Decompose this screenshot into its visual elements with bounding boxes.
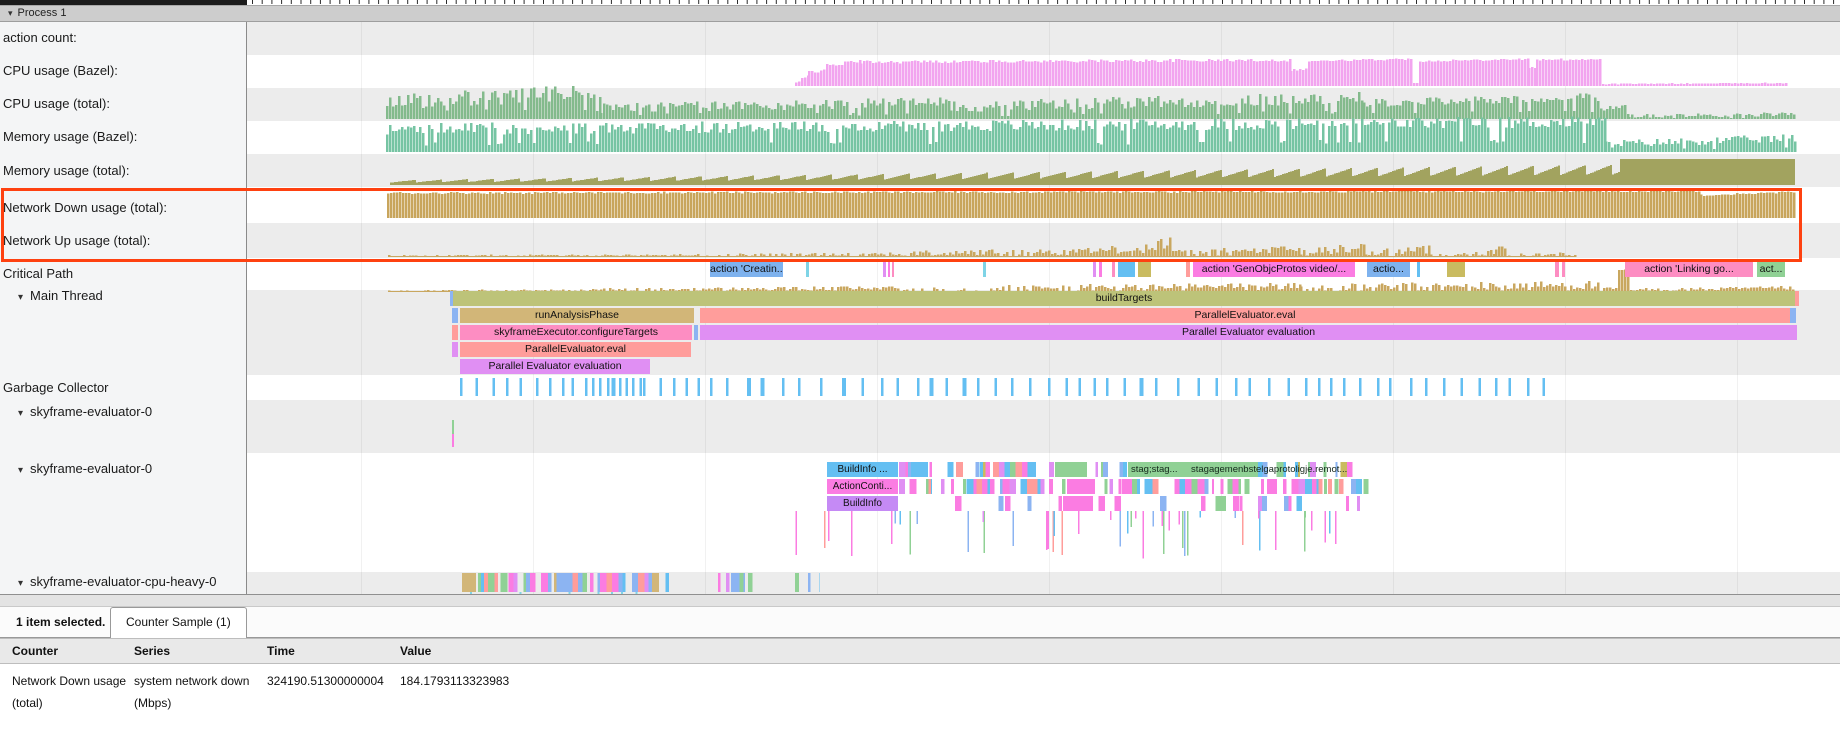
track-label: Network Up usage (total): bbox=[3, 233, 150, 248]
sidebar-item-skyframe-evaluator-0[interactable]: ▾ skyframe-evaluator-0 bbox=[3, 461, 152, 476]
expand-triangle-icon[interactable]: ▾ bbox=[18, 408, 23, 419]
tracks-graphics bbox=[247, 22, 1840, 594]
sidebar-item-cpu-usage-total[interactable]: CPU usage (total): bbox=[3, 96, 110, 111]
sidebar-item-garbage-collector[interactable]: Garbage Collector bbox=[3, 380, 109, 395]
process-header[interactable]: ▾ Process 1 bbox=[0, 5, 1840, 22]
process-title: Process 1 bbox=[18, 7, 67, 19]
column-header-counter[interactable]: Counter bbox=[12, 639, 58, 665]
track-label-sidebar: action count: CPU usage (Bazel): CPU usage… bbox=[0, 22, 247, 594]
sidebar-item-action-count[interactable]: action count: bbox=[3, 30, 77, 45]
expand-triangle-icon[interactable]: ▾ bbox=[18, 578, 23, 589]
sidebar-item-memory-usage-total[interactable]: Memory usage (total): bbox=[3, 163, 129, 178]
bottom-tab-bar: 1 item selected. Counter Sample (1) bbox=[0, 607, 1840, 638]
column-header-time[interactable]: Time bbox=[267, 639, 295, 665]
sidebar-item-network-up-usage-total[interactable]: Network Up usage (total): bbox=[3, 233, 150, 248]
track-label: CPU usage (total): bbox=[3, 96, 110, 111]
tab-counter-sample[interactable]: Counter Sample (1) bbox=[110, 607, 247, 638]
cell-series-line2: (Mbps) bbox=[134, 692, 171, 714]
track-label: action count: bbox=[3, 30, 77, 45]
collapse-triangle-icon[interactable]: ▾ bbox=[8, 6, 13, 21]
column-header-value[interactable]: Value bbox=[400, 639, 431, 665]
track-label: skyframe-evaluator-0 bbox=[30, 461, 152, 476]
trace-viewer: ▾ Process 1 action count: CPU usage (Bazel… bbox=[0, 0, 1840, 742]
track-label: Main Thread bbox=[30, 288, 103, 303]
timeline-canvas[interactable]: action 'Creatin...action 'GenObjcProtos … bbox=[247, 22, 1840, 594]
sidebar-item-cpu-usage-bazel[interactable]: CPU usage (Bazel): bbox=[3, 63, 118, 78]
expand-triangle-icon[interactable]: ▾ bbox=[18, 292, 23, 303]
sample-table-header: Counter Series Time Value bbox=[0, 638, 1840, 664]
track-label: Memory usage (total): bbox=[3, 163, 129, 178]
track-label: skyframe-evaluator-0 bbox=[30, 404, 152, 419]
sidebar-item-skyframe-evaluator-0[interactable]: ▾ skyframe-evaluator-0 bbox=[3, 404, 152, 419]
cell-counter-line1: Network Down usage bbox=[12, 670, 126, 692]
track-label: Garbage Collector bbox=[3, 380, 109, 395]
cell-value: 184.1793113323983 bbox=[400, 670, 509, 692]
selection-status: 1 item selected. bbox=[16, 607, 105, 638]
sidebar-item-memory-usage-bazel[interactable]: Memory usage (Bazel): bbox=[3, 129, 137, 144]
sidebar-item-critical-path[interactable]: Critical Path bbox=[3, 266, 73, 281]
track-label: Critical Path bbox=[3, 266, 73, 281]
cell-series-line1: system network down bbox=[134, 670, 249, 692]
track-label: CPU usage (Bazel): bbox=[3, 63, 118, 78]
panel-divider[interactable] bbox=[0, 594, 1840, 607]
track-label: skyframe-evaluator-cpu-heavy-0 bbox=[30, 574, 216, 589]
cell-counter-line2: (total) bbox=[12, 692, 43, 714]
sidebar-item-skyframe-evaluator-cpu-heavy-0[interactable]: ▾ skyframe-evaluator-cpu-heavy-0 bbox=[3, 574, 216, 589]
expand-triangle-icon[interactable]: ▾ bbox=[18, 465, 23, 476]
sidebar-item-network-down-usage-total[interactable]: Network Down usage (total): bbox=[3, 200, 167, 215]
sidebar-item-main-thread[interactable]: ▾ Main Thread bbox=[3, 288, 103, 303]
track-label: Network Down usage (total): bbox=[3, 200, 167, 215]
cell-time: 324190.51300000004 bbox=[267, 670, 384, 692]
sample-table-row[interactable]: Network Down usage (total) system networ… bbox=[0, 664, 1840, 742]
column-header-series[interactable]: Series bbox=[134, 639, 170, 665]
track-label: Memory usage (Bazel): bbox=[3, 129, 137, 144]
